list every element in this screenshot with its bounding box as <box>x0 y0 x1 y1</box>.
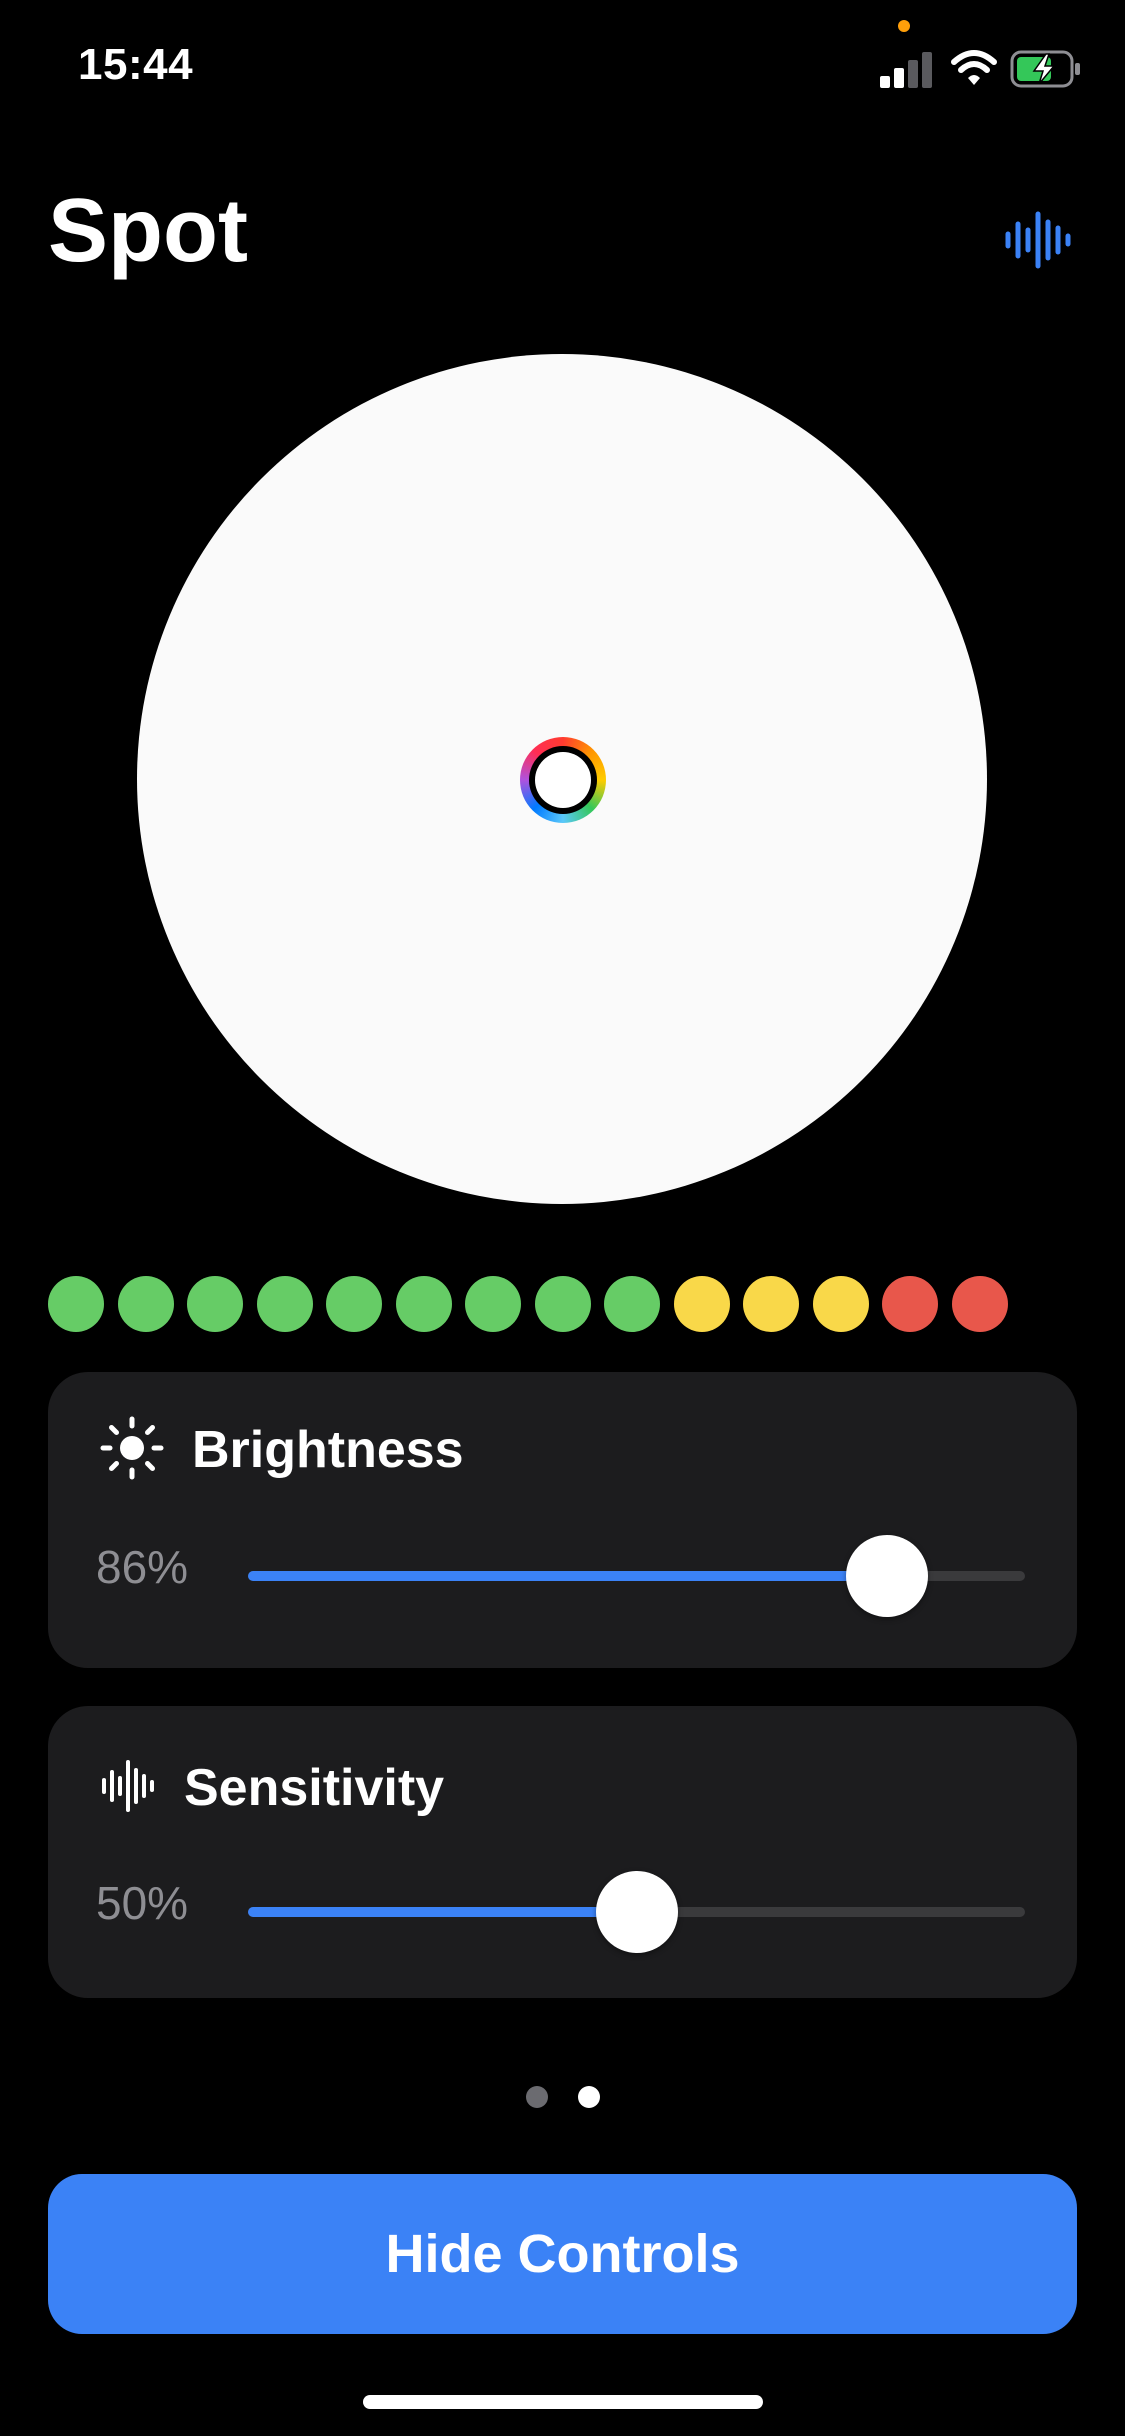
level-meter-dot <box>326 1276 382 1332</box>
level-meter-dot <box>117 1276 174 1332</box>
level-meter-dot <box>48 1276 104 1332</box>
sensitivity-slider[interactable] <box>248 1871 1025 1953</box>
battery-charging-icon <box>1010 50 1080 88</box>
level-meter-dot <box>882 1276 938 1332</box>
page-indicator-dot[interactable] <box>578 2086 600 2108</box>
brightness-value: 86% <box>96 1541 189 1593</box>
status-time: 15:44 <box>78 40 194 89</box>
waveform-icon <box>102 1760 154 1812</box>
brightness-slider-thumb[interactable] <box>845 1535 928 1617</box>
level-meter-dot <box>256 1276 313 1332</box>
sensitivity-slider-fill <box>248 1907 637 1917</box>
sun-icon <box>100 1416 164 1480</box>
hide-controls-button[interactable]: Hide Controls <box>48 2174 1077 2334</box>
level-meter-dot <box>604 1276 660 1332</box>
brightness-label: Brightness <box>192 1421 464 1479</box>
level-meter <box>48 1276 1008 1332</box>
waveform-icon[interactable] <box>1004 210 1072 270</box>
sensitivity-label: Sensitivity <box>184 1759 445 1817</box>
page-indicator-dot[interactable] <box>526 2086 548 2108</box>
brightness-slider[interactable] <box>248 1535 1025 1617</box>
sensitivity-card: Sensitivity 50% <box>48 1706 1077 1998</box>
level-meter-dot <box>812 1276 869 1332</box>
brightness-slider-fill <box>248 1571 887 1581</box>
level-meter-dot <box>534 1276 591 1332</box>
sensitivity-value: 50% <box>96 1877 189 1929</box>
level-meter-dot <box>673 1276 730 1332</box>
level-meter-dot <box>743 1276 799 1332</box>
level-meter-dot <box>951 1276 1008 1332</box>
color-picker-handle[interactable] <box>520 737 606 823</box>
level-meter-dot <box>187 1276 243 1332</box>
level-meter-dot <box>465 1276 521 1332</box>
home-indicator[interactable] <box>363 2395 763 2409</box>
page-title: Spot <box>48 181 248 281</box>
brightness-card: Brightness 86% <box>48 1372 1077 1668</box>
level-meter-dot <box>395 1276 452 1332</box>
signal-icon <box>880 52 932 88</box>
sensitivity-slider-thumb[interactable] <box>595 1871 678 1953</box>
wifi-icon <box>951 50 997 85</box>
privacy-indicator-dot <box>898 20 910 32</box>
